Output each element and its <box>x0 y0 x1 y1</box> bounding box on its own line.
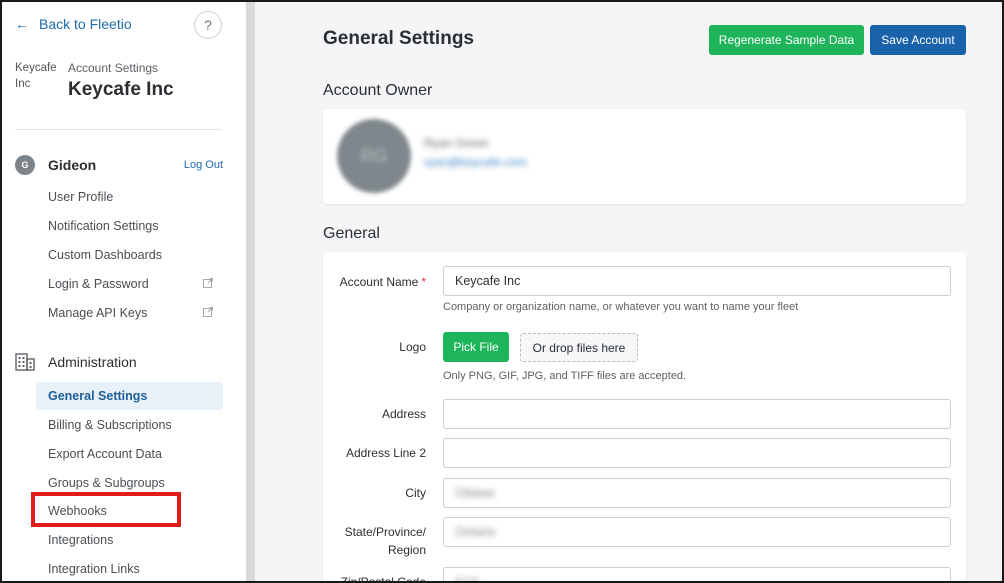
account-owner-heading: Account Owner <box>323 82 433 99</box>
app-window: ← Back to Fleetio ? Keycafe Inc Account … <box>0 0 1004 583</box>
sidebar-item-custom-dashboards[interactable]: Custom Dashboards <box>36 241 223 269</box>
sidebar-item-general-settings[interactable]: General Settings <box>36 382 223 410</box>
external-link-icon <box>203 278 213 288</box>
city-input[interactable]: Ottawa <box>443 478 951 508</box>
help-button[interactable]: ? <box>194 11 222 39</box>
webhooks-highlight-annotation <box>31 492 181 527</box>
account-logo: Keycafe Inc <box>15 62 57 90</box>
owner-avatar: RG <box>337 119 411 193</box>
address-label: Address <box>381 407 426 421</box>
account-owner-card: RG Ryan Green ryan@keycafe.com <box>323 109 966 204</box>
city-label: City <box>405 486 426 500</box>
address-input[interactable] <box>443 399 951 429</box>
required-asterisk: * <box>421 275 426 289</box>
regenerate-sample-data-button[interactable]: Regenerate Sample Data <box>709 25 864 55</box>
owner-name: Ryan Green <box>424 136 489 150</box>
user-section-header: G Gideon Log Out <box>15 155 223 175</box>
external-link-icon <box>203 307 213 317</box>
user-name: Gideon <box>48 157 97 173</box>
address-line-2-label: Address Line 2 <box>345 446 426 460</box>
administration-section-header: Administration <box>15 353 137 371</box>
sidebar-item-export-account-data[interactable]: Export Account Data <box>36 440 223 468</box>
state-province-label: State/Province/ Region <box>344 525 426 557</box>
sidebar-item-integration-links[interactable]: Integration Links <box>36 555 223 581</box>
sidebar-item-notification-settings[interactable]: Notification Settings <box>36 212 223 240</box>
account-name-input[interactable]: Keycafe Inc <box>443 266 951 296</box>
sidebar: ← Back to Fleetio ? Keycafe Inc Account … <box>2 2 246 581</box>
file-drop-zone[interactable]: Or drop files here <box>520 333 638 362</box>
building-icon <box>15 353 35 371</box>
sidebar-item-user-profile[interactable]: User Profile <box>36 183 223 211</box>
logo-help: Only PNG, GIF, JPG, and TIFF files are a… <box>443 370 687 382</box>
log-out-link[interactable]: Log Out <box>184 159 223 171</box>
zip-postal-input[interactable]: K1A <box>443 567 951 581</box>
sidebar-divider <box>15 129 222 130</box>
account-name-help: Company or organization name, or whateve… <box>443 301 799 313</box>
state-province-input[interactable]: Ontario <box>443 517 951 547</box>
question-icon: ? <box>204 17 212 33</box>
account-name-label: Account Name * <box>339 275 426 289</box>
account-name-heading: Keycafe Inc <box>68 79 174 100</box>
page-title: General Settings <box>323 28 474 49</box>
address-line-2-input[interactable] <box>443 438 951 468</box>
sidebar-item-billing-subscriptions[interactable]: Billing & Subscriptions <box>36 411 223 439</box>
back-to-fleetio-link[interactable]: ← Back to Fleetio <box>15 16 132 32</box>
save-account-button[interactable]: Save Account <box>870 25 966 55</box>
sidebar-item-login-password[interactable]: Login & Password <box>36 270 223 298</box>
owner-email-link[interactable]: ryan@keycafe.com <box>424 155 527 169</box>
sidebar-item-manage-api-keys[interactable]: Manage API Keys <box>36 299 223 327</box>
user-avatar: G <box>15 155 35 175</box>
general-heading: General <box>323 225 380 242</box>
account-settings-subtitle: Account Settings <box>68 61 159 75</box>
sidebar-scrollbar[interactable] <box>246 2 255 581</box>
sidebar-item-integrations[interactable]: Integrations <box>36 526 223 554</box>
arrow-left-icon: ← <box>15 16 29 32</box>
zip-postal-label: Zip/Postal Code <box>340 575 426 583</box>
pick-file-button[interactable]: Pick File <box>443 332 509 362</box>
logo-label: Logo <box>399 340 426 354</box>
back-link-label: Back to Fleetio <box>39 16 132 32</box>
administration-label: Administration <box>48 354 137 370</box>
